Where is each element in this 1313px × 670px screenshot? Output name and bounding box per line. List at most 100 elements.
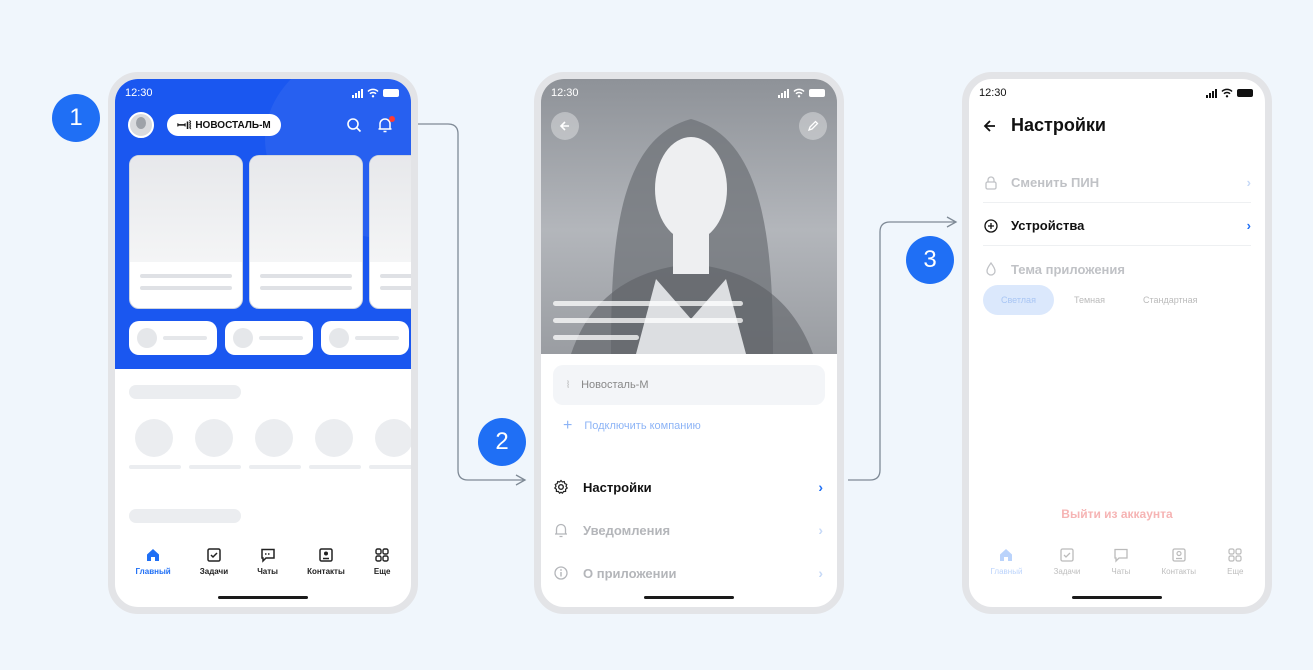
battery-icon <box>1237 89 1253 97</box>
plus-circle-icon <box>984 218 998 233</box>
skeleton-avatar <box>255 419 293 457</box>
tab-chats[interactable]: Чаты <box>1111 547 1130 576</box>
skeleton-line <box>129 465 181 469</box>
profile-extra-placeholder <box>553 335 639 340</box>
skeleton-line <box>309 465 361 469</box>
skeleton-avatar <box>135 419 173 457</box>
chat-icon <box>260 548 275 563</box>
home-indicator <box>218 596 308 599</box>
phone-settings-screen: 12:30 Настройки Сменить ПИН › Устройства… <box>962 72 1272 614</box>
skeleton-avatar <box>375 419 411 457</box>
menu-item-label: Настройки <box>583 479 652 495</box>
edit-button[interactable] <box>799 112 827 140</box>
phone-profile-screen: 12:30 ⦚ Новосталь-М + Подключить компани… <box>534 72 844 614</box>
wifi-icon <box>1221 88 1233 98</box>
tab-label: Чаты <box>1111 566 1131 576</box>
signal-icon <box>1206 88 1217 98</box>
skeleton-line <box>249 465 301 469</box>
profile-role-placeholder <box>553 318 743 323</box>
skeleton-avatar <box>195 419 233 457</box>
quick-chip[interactable] <box>129 321 217 355</box>
tab-contacts[interactable]: Контакты <box>1162 547 1196 576</box>
avatar[interactable] <box>128 112 154 138</box>
company-name: Новосталь-М <box>581 379 649 391</box>
tab-label: Задачи <box>199 566 229 576</box>
settings-row-change-pin[interactable]: Сменить ПИН › <box>983 163 1251 203</box>
step-badge-3: 3 <box>906 236 954 284</box>
grid-icon <box>375 547 389 562</box>
checkbox-icon <box>1060 547 1074 562</box>
arrow-left-icon <box>559 121 569 131</box>
page-title: Настройки <box>1011 115 1106 135</box>
battery-icon <box>809 89 825 97</box>
story-card[interactable] <box>249 155 363 309</box>
settings-row-theme: Тема приложения <box>983 249 1251 289</box>
theme-option-dark[interactable]: Темная <box>1056 285 1123 315</box>
quick-chip[interactable] <box>225 321 313 355</box>
screen-header: Настройки <box>983 115 1106 136</box>
phone-home-screen: 12:30 ꟷI⦚ НОВОСТАЛЬ-М Главный Задачи Чат… <box>108 72 418 614</box>
profile-photo <box>541 79 837 354</box>
wifi-icon <box>367 88 379 98</box>
company-logo-icon: ⦚ <box>567 379 570 391</box>
lock-icon <box>985 175 997 190</box>
quick-chip[interactable] <box>321 321 409 355</box>
skeleton-heading <box>129 385 241 399</box>
settings-row-label: Устройства <box>1011 218 1085 233</box>
menu-item-about[interactable]: О приложении › <box>553 553 823 593</box>
skeleton-line <box>369 465 411 469</box>
story-card[interactable] <box>369 155 411 309</box>
back-button[interactable] <box>551 112 579 140</box>
chevron-right-icon: › <box>1246 175 1251 190</box>
chevron-right-icon: › <box>818 522 823 538</box>
tab-tasks[interactable]: Задачи <box>1053 547 1080 576</box>
skeleton-line <box>189 465 241 469</box>
logout-button[interactable]: Выйти из аккаунта <box>969 507 1265 521</box>
status-bar: 12:30 <box>979 85 1253 101</box>
story-card[interactable] <box>129 155 243 309</box>
menu-item-notifications[interactable]: Уведомления › <box>553 510 823 550</box>
connect-company-button[interactable]: + Подключить компанию <box>563 417 701 435</box>
theme-option-light[interactable]: Светлая <box>983 285 1054 315</box>
home-indicator <box>1072 596 1162 599</box>
pencil-icon <box>807 120 819 132</box>
gear-icon <box>553 479 569 495</box>
settings-row-label: Сменить ПИН <box>1011 175 1100 190</box>
theme-option-standard[interactable]: Стандартная <box>1125 285 1216 315</box>
company-card[interactable]: ⦚ Новосталь-М <box>553 365 825 405</box>
status-time: 12:30 <box>125 87 153 99</box>
tab-more[interactable]: Еще <box>373 547 391 576</box>
settings-row-devices[interactable]: Устройства › <box>983 206 1251 246</box>
chat-icon <box>1114 548 1128 563</box>
step-badge-1: 1 <box>52 94 100 142</box>
tab-contacts[interactable]: Контакты <box>307 547 345 576</box>
wifi-icon <box>793 88 805 98</box>
status-bar: 12:30 <box>125 85 399 101</box>
home-indicator <box>644 596 734 599</box>
tab-chats[interactable]: Чаты <box>257 547 278 576</box>
company-logo-icon: ꟷI⦚ <box>177 119 192 132</box>
person-silhouette-icon <box>571 119 813 354</box>
contact-card-icon <box>1172 547 1186 562</box>
status-bar: 12:30 <box>551 85 825 101</box>
company-switcher[interactable]: ꟷI⦚ НОВОСТАЛЬ-М <box>167 114 281 136</box>
menu-item-label: Уведомления <box>583 522 671 538</box>
chevron-right-icon: › <box>818 565 823 581</box>
tab-label: Еще <box>373 566 391 576</box>
search-icon[interactable] <box>346 117 362 133</box>
tab-home[interactable]: Главный <box>136 547 171 576</box>
menu-item-settings[interactable]: Настройки › <box>553 467 823 507</box>
menu-item-label: О приложении <box>583 565 677 581</box>
notifications-button[interactable] <box>377 116 395 138</box>
tab-home[interactable]: Главный <box>991 547 1022 576</box>
signal-icon <box>778 88 789 98</box>
settings-row-label: Тема приложения <box>1011 261 1125 277</box>
chevron-right-icon: › <box>1246 218 1251 233</box>
tab-more[interactable]: Еще <box>1227 547 1243 576</box>
home-icon <box>147 548 160 561</box>
arrow-left-icon[interactable] <box>983 119 997 133</box>
chevron-right-icon: › <box>818 479 823 495</box>
connect-company-label: Подключить компанию <box>584 420 701 432</box>
tab-tasks[interactable]: Задачи <box>200 547 228 576</box>
bell-icon <box>555 523 567 538</box>
